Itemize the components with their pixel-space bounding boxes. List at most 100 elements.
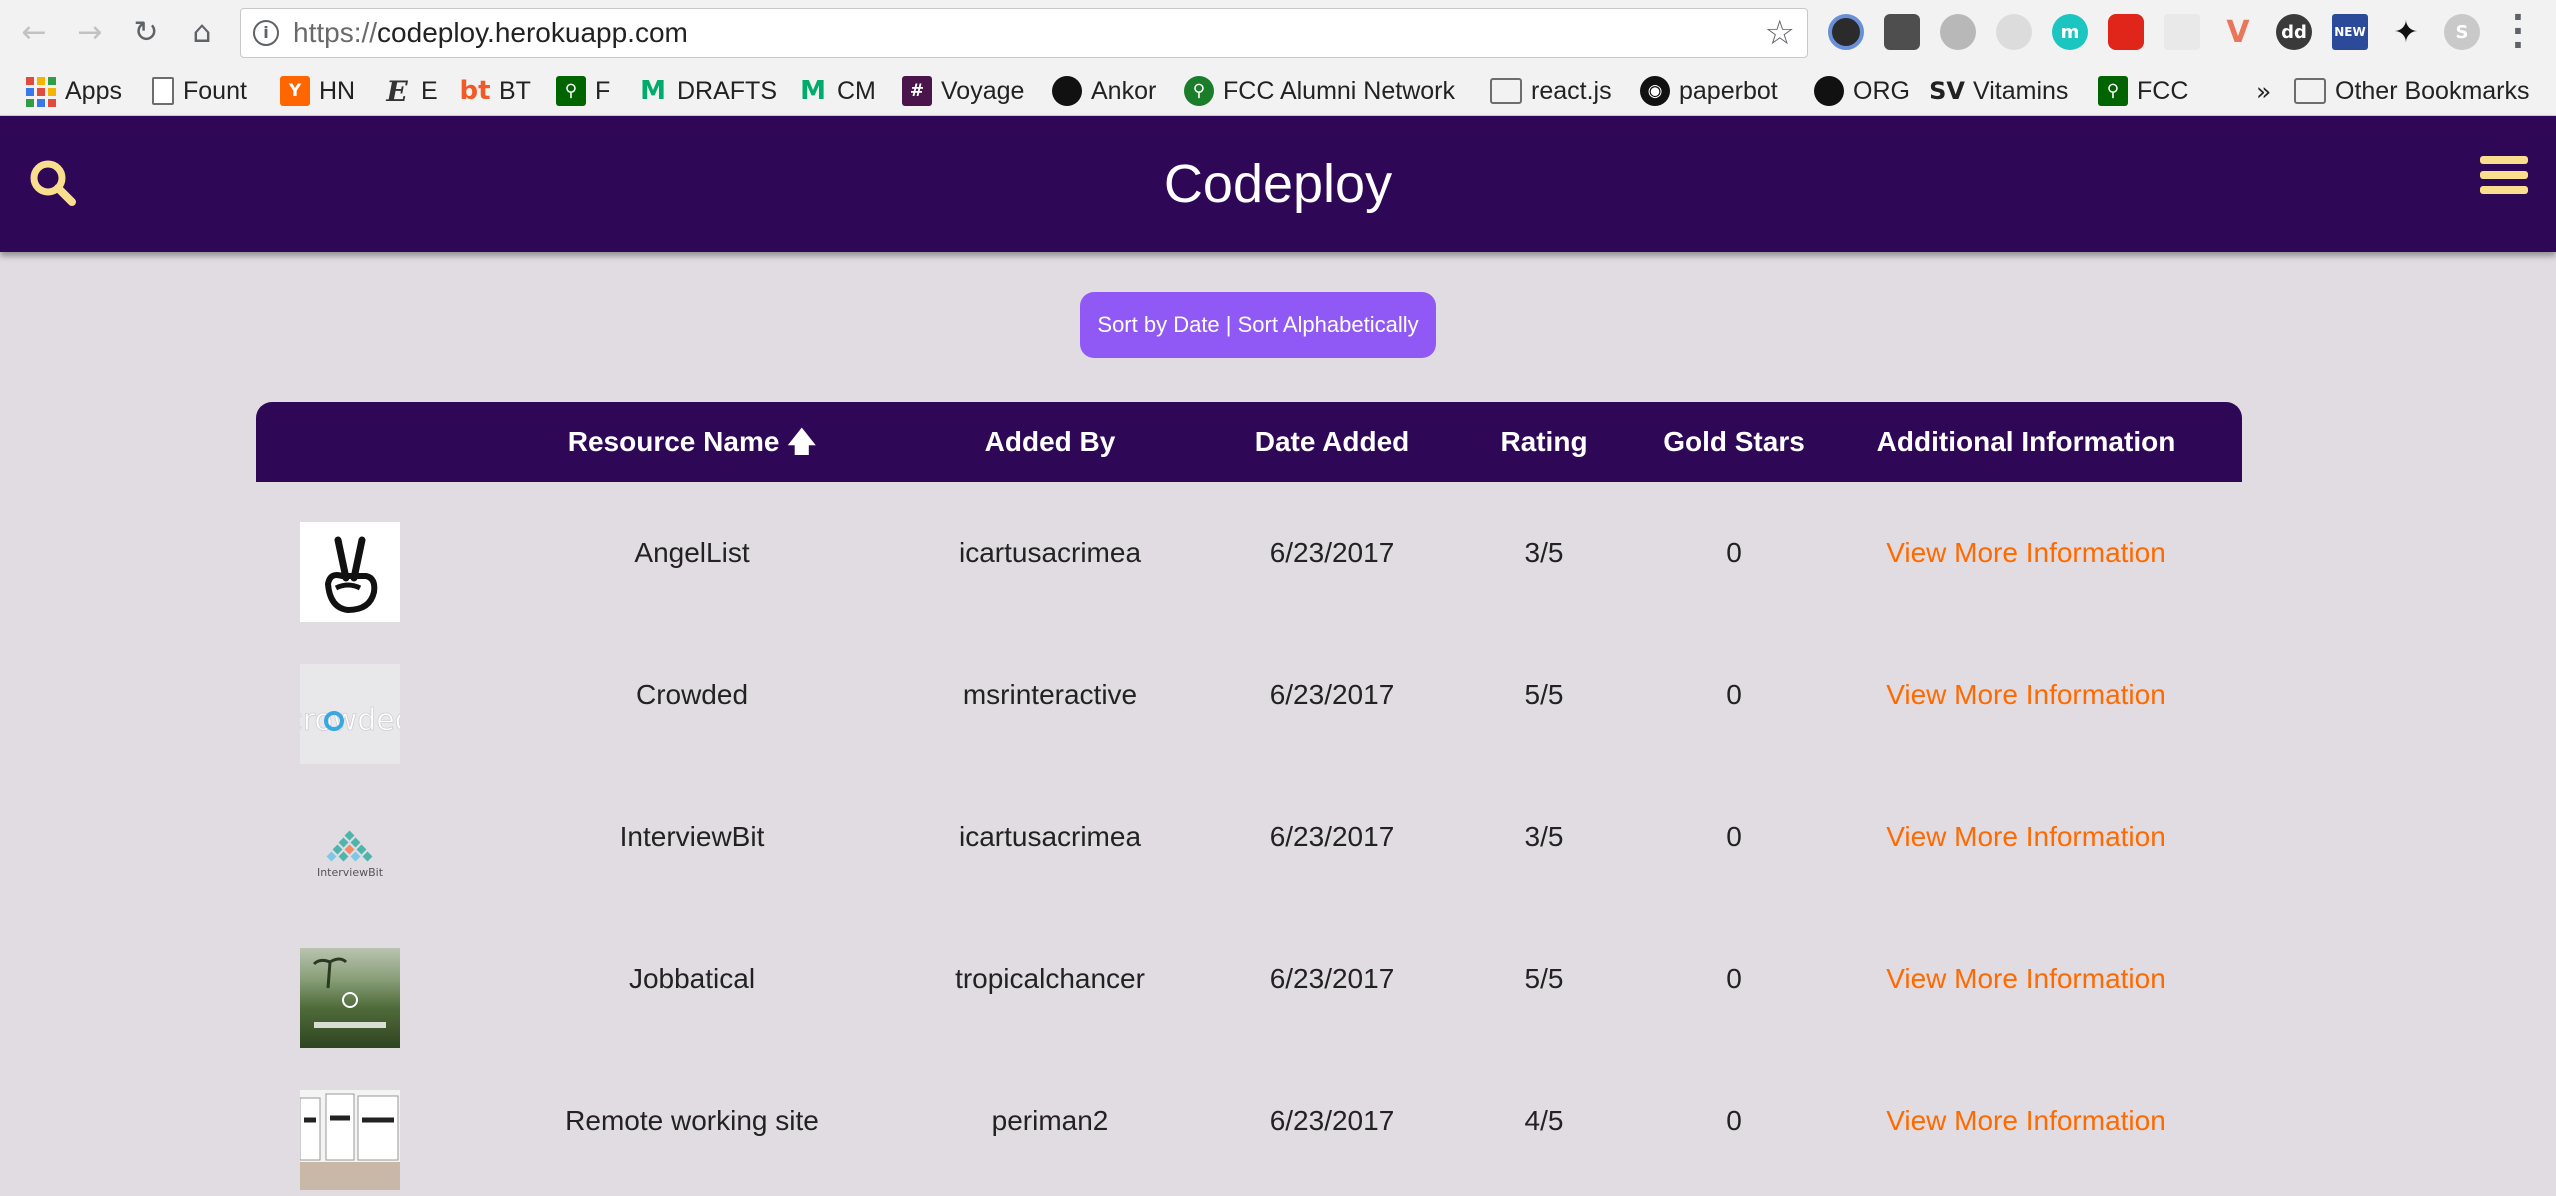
home-icon[interactable]: ⌂ bbox=[180, 10, 224, 54]
bookmark-react[interactable]: react.js bbox=[1490, 66, 1612, 116]
hamburger-menu-button[interactable] bbox=[2480, 156, 2528, 200]
url-host: codeploy.herokuapp.com bbox=[377, 17, 688, 48]
bookmark-label: Fount bbox=[183, 76, 247, 105]
browser-chrome: ← → ↻ ⌂ i https://codeploy.herokuapp.com… bbox=[0, 0, 2556, 116]
column-header-date-added: Date Added bbox=[1254, 426, 1410, 457]
browser-toolbar: ← → ↻ ⌂ i https://codeploy.herokuapp.com… bbox=[0, 0, 2556, 66]
back-icon[interactable]: ← bbox=[12, 10, 56, 54]
browser-menu-icon[interactable]: · · · bbox=[2508, 1, 2528, 61]
date-added: 6/23/2017 bbox=[1269, 679, 1395, 710]
medium-icon: M bbox=[640, 76, 666, 106]
extension-blank-icon[interactable] bbox=[2164, 14, 2200, 50]
bookmark-label: Other Bookmarks bbox=[2335, 76, 2530, 105]
extension-v-icon[interactable]: V bbox=[2220, 14, 2256, 50]
bookmark-cm[interactable]: M CM bbox=[798, 66, 876, 116]
extension-evernote-icon[interactable] bbox=[1884, 14, 1920, 50]
bookmark-label: FCC Alumni Network bbox=[1223, 76, 1455, 105]
site-info-icon[interactable]: i bbox=[253, 20, 279, 46]
view-more-information-link[interactable]: View More Information bbox=[1836, 908, 2216, 1050]
medium-icon: M bbox=[800, 76, 826, 106]
fcc-icon: ⚲ bbox=[556, 76, 586, 106]
address-url[interactable]: https://codeploy.herokuapp.com bbox=[293, 9, 688, 57]
sv-icon: SV bbox=[1929, 77, 1965, 105]
bookmark-ankor[interactable]: Ankor bbox=[1052, 66, 1156, 116]
crowded-wordmark-icon: crowded bbox=[300, 703, 400, 739]
date-added: 6/23/2017 bbox=[1269, 821, 1395, 852]
bookmark-bt[interactable]: bt BT bbox=[459, 66, 531, 116]
bookmark-voyage[interactable]: # Voyage bbox=[902, 66, 1024, 116]
bookmark-label: CM bbox=[837, 76, 876, 105]
extension-leaf-icon[interactable] bbox=[1996, 14, 2032, 50]
e-icon: E bbox=[386, 74, 408, 108]
table-row: AngelList icartusacrimea 6/23/2017 3/5 0… bbox=[256, 482, 2242, 624]
bookmark-e[interactable]: E E bbox=[382, 66, 438, 116]
resource-name: AngelList bbox=[634, 537, 750, 568]
address-bar[interactable]: i https://codeploy.herokuapp.com ☆ bbox=[240, 8, 1808, 58]
bookmark-label: Apps bbox=[65, 76, 122, 105]
extension-ninja-icon[interactable]: ✦ bbox=[2388, 14, 2424, 50]
bookmark-fount[interactable]: Fount bbox=[152, 66, 247, 116]
remote-working-thumbnail bbox=[300, 1090, 400, 1190]
extension-m-icon[interactable]: m bbox=[2052, 14, 2088, 50]
github-icon bbox=[1052, 76, 1082, 106]
menu-bar bbox=[2480, 156, 2528, 164]
table-row: crowded Crowded msrinteractive 6/23/2017… bbox=[256, 624, 2242, 766]
url-scheme: https:// bbox=[293, 17, 378, 48]
bookmark-f[interactable]: ⚲ F bbox=[556, 66, 610, 116]
hacker-news-icon: Y bbox=[280, 76, 310, 106]
bookmark-label: paperbot bbox=[1679, 76, 1778, 105]
reload-icon[interactable]: ↻ bbox=[124, 10, 168, 54]
column-header-resource-name[interactable]: Resource Name 🡅 bbox=[542, 402, 842, 482]
folder-icon bbox=[1490, 78, 1522, 104]
bookmark-label: DRAFTS bbox=[677, 76, 777, 105]
view-more-information-link[interactable]: View More Information bbox=[1836, 482, 2216, 624]
page-icon bbox=[152, 77, 174, 105]
bookmark-fcc-alumni[interactable]: ⚲ FCC Alumni Network bbox=[1184, 66, 1455, 116]
bookmark-star-icon[interactable]: ☆ bbox=[1765, 13, 1795, 53]
view-more-information-link[interactable]: View More Information bbox=[1836, 766, 2216, 908]
added-by: tropicalchancer bbox=[955, 963, 1145, 994]
extension-dd-icon[interactable]: dd bbox=[2276, 14, 2312, 50]
angellist-logo bbox=[300, 522, 400, 622]
fcc-icon: ⚲ bbox=[2098, 76, 2128, 106]
date-added: 6/23/2017 bbox=[1269, 963, 1395, 994]
jobbatical-thumbnail bbox=[300, 948, 400, 1048]
extension-skype-icon[interactable]: S bbox=[2444, 14, 2480, 50]
bookmark-fcc[interactable]: ⚲ FCC bbox=[2098, 66, 2188, 116]
bookmark-org[interactable]: ORG bbox=[1814, 66, 1910, 116]
forward-icon[interactable]: → bbox=[68, 10, 112, 54]
crowded-logo: crowded bbox=[300, 664, 400, 764]
table-row: InterviewBit InterviewBit icartusacrimea… bbox=[256, 766, 2242, 908]
extension-globe-icon[interactable] bbox=[1940, 14, 1976, 50]
svg-text:InterviewBit: InterviewBit bbox=[317, 866, 384, 879]
bookmark-label: E bbox=[421, 76, 438, 105]
column-header-additional-information: Additional Information bbox=[1876, 426, 2176, 457]
view-more-information-link[interactable]: View More Information bbox=[1836, 624, 2216, 766]
extension-new-icon[interactable]: NEW bbox=[2332, 14, 2368, 50]
view-more-information-link[interactable]: View More Information bbox=[1836, 1050, 2216, 1192]
sort-button[interactable]: Sort by Date | Sort Alphabetically bbox=[1080, 292, 1436, 358]
bookmark-other[interactable]: Other Bookmarks bbox=[2294, 66, 2530, 116]
bookmark-drafts[interactable]: M DRAFTS bbox=[638, 66, 777, 116]
extension-hand-icon[interactable] bbox=[2108, 14, 2144, 50]
bookmark-label: Voyage bbox=[941, 76, 1025, 105]
table-row: Remote working site periman2 6/23/2017 4… bbox=[256, 1050, 2242, 1192]
bookmark-hn[interactable]: Y HN bbox=[280, 66, 355, 116]
bookmark-apps[interactable]: Apps bbox=[26, 66, 122, 116]
bookmark-label: FCC bbox=[2137, 76, 2189, 105]
bookmark-paperbot[interactable]: ◉ paperbot bbox=[1640, 66, 1778, 116]
bookmark-label: BT bbox=[499, 76, 531, 105]
bookmarks-overflow-button[interactable]: » bbox=[2256, 66, 2271, 116]
added-by: msrinteractive bbox=[962, 679, 1138, 710]
bookmark-vitamins[interactable]: SV Vitamins bbox=[1929, 66, 2068, 116]
peace-hand-icon bbox=[324, 536, 378, 614]
table-row: Jobbatical tropicalchancer 6/23/2017 5/5… bbox=[256, 908, 2242, 1050]
svg-text:crowded: crowded bbox=[300, 703, 400, 738]
added-by: periman2 bbox=[991, 1105, 1109, 1136]
overflow-label: » bbox=[2256, 76, 2272, 106]
resource-name: InterviewBit bbox=[619, 821, 765, 852]
bookmark-label: react.js bbox=[1531, 76, 1612, 105]
added-by: icartusacrimea bbox=[958, 821, 1142, 852]
column-header-added-by: Added By bbox=[984, 426, 1116, 457]
extension-camera-icon[interactable] bbox=[1828, 14, 1864, 50]
